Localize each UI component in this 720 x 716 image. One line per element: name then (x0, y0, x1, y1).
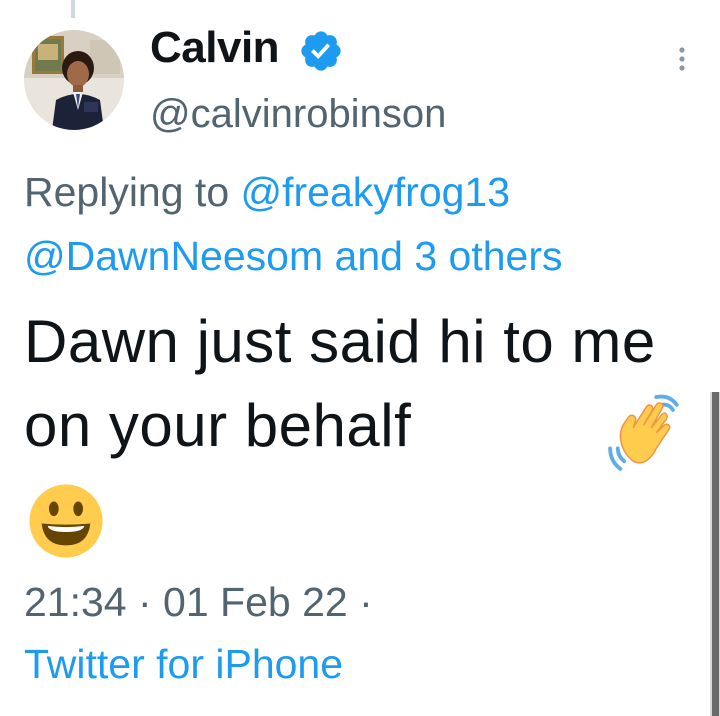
meta-separator-trailing: · (347, 579, 373, 625)
mention-dawnneesom[interactable]: @DawnNeesom (24, 233, 323, 279)
author-display-name[interactable]: Calvin (150, 22, 280, 74)
verified-badge-icon (301, 31, 341, 71)
profile-photo (24, 30, 124, 130)
waving-hand-icon (608, 394, 679, 471)
replying-to-connector: and (323, 233, 415, 279)
tweet-time: 21:34 (24, 579, 127, 625)
tweet-detail: Calvin @calvinrobinson Replying to @frea… (0, 0, 720, 716)
others-link[interactable]: 3 others (414, 233, 562, 279)
tweet-date: 01 Feb 22 (163, 579, 348, 625)
replying-to-line-2: @DawnNeesom and 3 others (24, 230, 562, 282)
replying-to-line: Replying to @freakyfrog13 (24, 166, 510, 218)
mention-freakyfrog13[interactable]: @freakyfrog13 (241, 169, 511, 215)
more-vertical-icon[interactable] (670, 44, 694, 74)
scrollbar-thumb[interactable] (712, 392, 719, 716)
thread-connector-line (71, 0, 75, 18)
avatar[interactable] (24, 30, 124, 130)
meta-separator: · (126, 579, 164, 625)
tweet-timestamp[interactable]: 21:34 · 01 Feb 22 · (24, 576, 373, 628)
replying-to-label: Replying to (24, 169, 241, 215)
tweet-source-link[interactable]: Twitter for iPhone (24, 638, 343, 690)
author-handle[interactable]: @calvinrobinson (150, 90, 446, 138)
smiling-face-icon (29, 484, 103, 558)
